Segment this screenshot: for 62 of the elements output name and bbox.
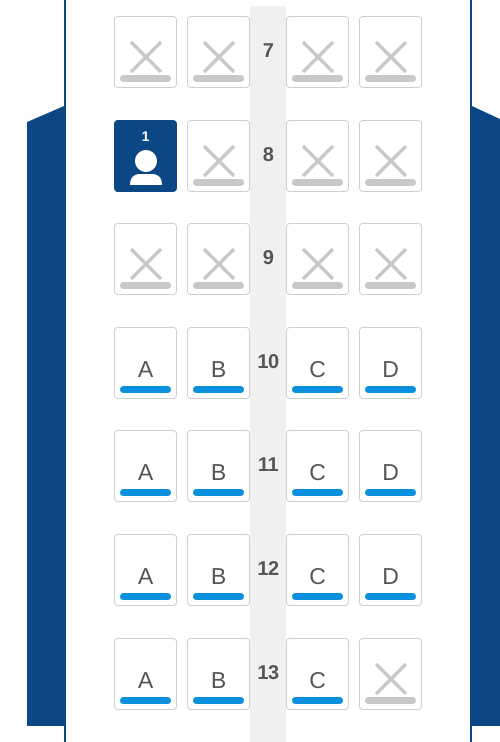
- cross-icon: [372, 660, 408, 697]
- seat-button[interactable]: D: [359, 534, 422, 606]
- seat-bar: [365, 386, 416, 393]
- seat-bar: [292, 75, 343, 82]
- cross-icon: [300, 39, 336, 75]
- seat-bar: [193, 489, 244, 496]
- seat-bar: [365, 592, 416, 600]
- cross-icon: [128, 39, 164, 75]
- row-number: 13: [256, 662, 280, 684]
- seat-button[interactable]: C: [286, 638, 349, 710]
- seat-bar: [120, 282, 171, 290]
- cross-icon: [372, 246, 408, 282]
- cross-icon: [300, 246, 336, 282]
- seat-bar: [120, 75, 171, 82]
- cross-icon: [372, 142, 408, 179]
- seat-button[interactable]: B: [187, 430, 250, 502]
- seat-bar: [120, 386, 171, 393]
- cross-icon: [200, 142, 236, 179]
- seat-bar: [193, 386, 244, 393]
- seat-button[interactable]: C: [286, 326, 349, 399]
- cross-icon: [200, 39, 236, 75]
- seat-button[interactable]: B: [187, 638, 250, 710]
- seat-button[interactable]: C: [286, 430, 349, 502]
- seat-button[interactable]: A: [114, 326, 177, 399]
- seat-bar: [292, 489, 343, 496]
- row-number: 12: [256, 558, 280, 580]
- row-number: 11: [256, 454, 280, 476]
- seat-bar: [120, 489, 171, 496]
- seat-button[interactable]: D: [359, 430, 422, 502]
- seat-bar: [365, 75, 416, 82]
- cross-icon: [300, 142, 336, 179]
- cross-icon: [200, 246, 236, 282]
- seat-bar: [292, 282, 343, 290]
- row-number: 8: [262, 144, 274, 166]
- cross-icon: [128, 246, 164, 282]
- seat-button[interactable]: C: [286, 534, 349, 606]
- seat-bar: [193, 696, 244, 704]
- seat-bar: [193, 282, 244, 290]
- seat-button[interactable]: A: [114, 638, 177, 710]
- row-number: 9: [262, 247, 274, 270]
- seat-bar: [292, 592, 343, 600]
- seat-button[interactable]: 1: [114, 120, 177, 192]
- seat-button[interactable]: B: [187, 326, 250, 399]
- seat-button[interactable]: A: [114, 534, 177, 606]
- seat-bar: [365, 282, 416, 290]
- seat-bar: [365, 489, 416, 496]
- seat-bar: [193, 178, 244, 186]
- seat-bar: [365, 178, 416, 186]
- seat-button[interactable]: B: [187, 534, 250, 606]
- seat-bar: [120, 696, 171, 704]
- seat-bar: [193, 75, 244, 82]
- seat-bar: [292, 696, 343, 704]
- seat-bar: [193, 592, 244, 600]
- seat-bar: [120, 592, 171, 600]
- seat-bar: [292, 178, 343, 186]
- cross-icon: [372, 39, 408, 75]
- seat-button[interactable]: D: [359, 326, 422, 399]
- seat-bar: [292, 386, 343, 393]
- row-number: 7: [262, 40, 274, 62]
- row-number: 10: [256, 350, 280, 373]
- seat-bar: [365, 696, 416, 704]
- seat-button[interactable]: A: [114, 430, 177, 502]
